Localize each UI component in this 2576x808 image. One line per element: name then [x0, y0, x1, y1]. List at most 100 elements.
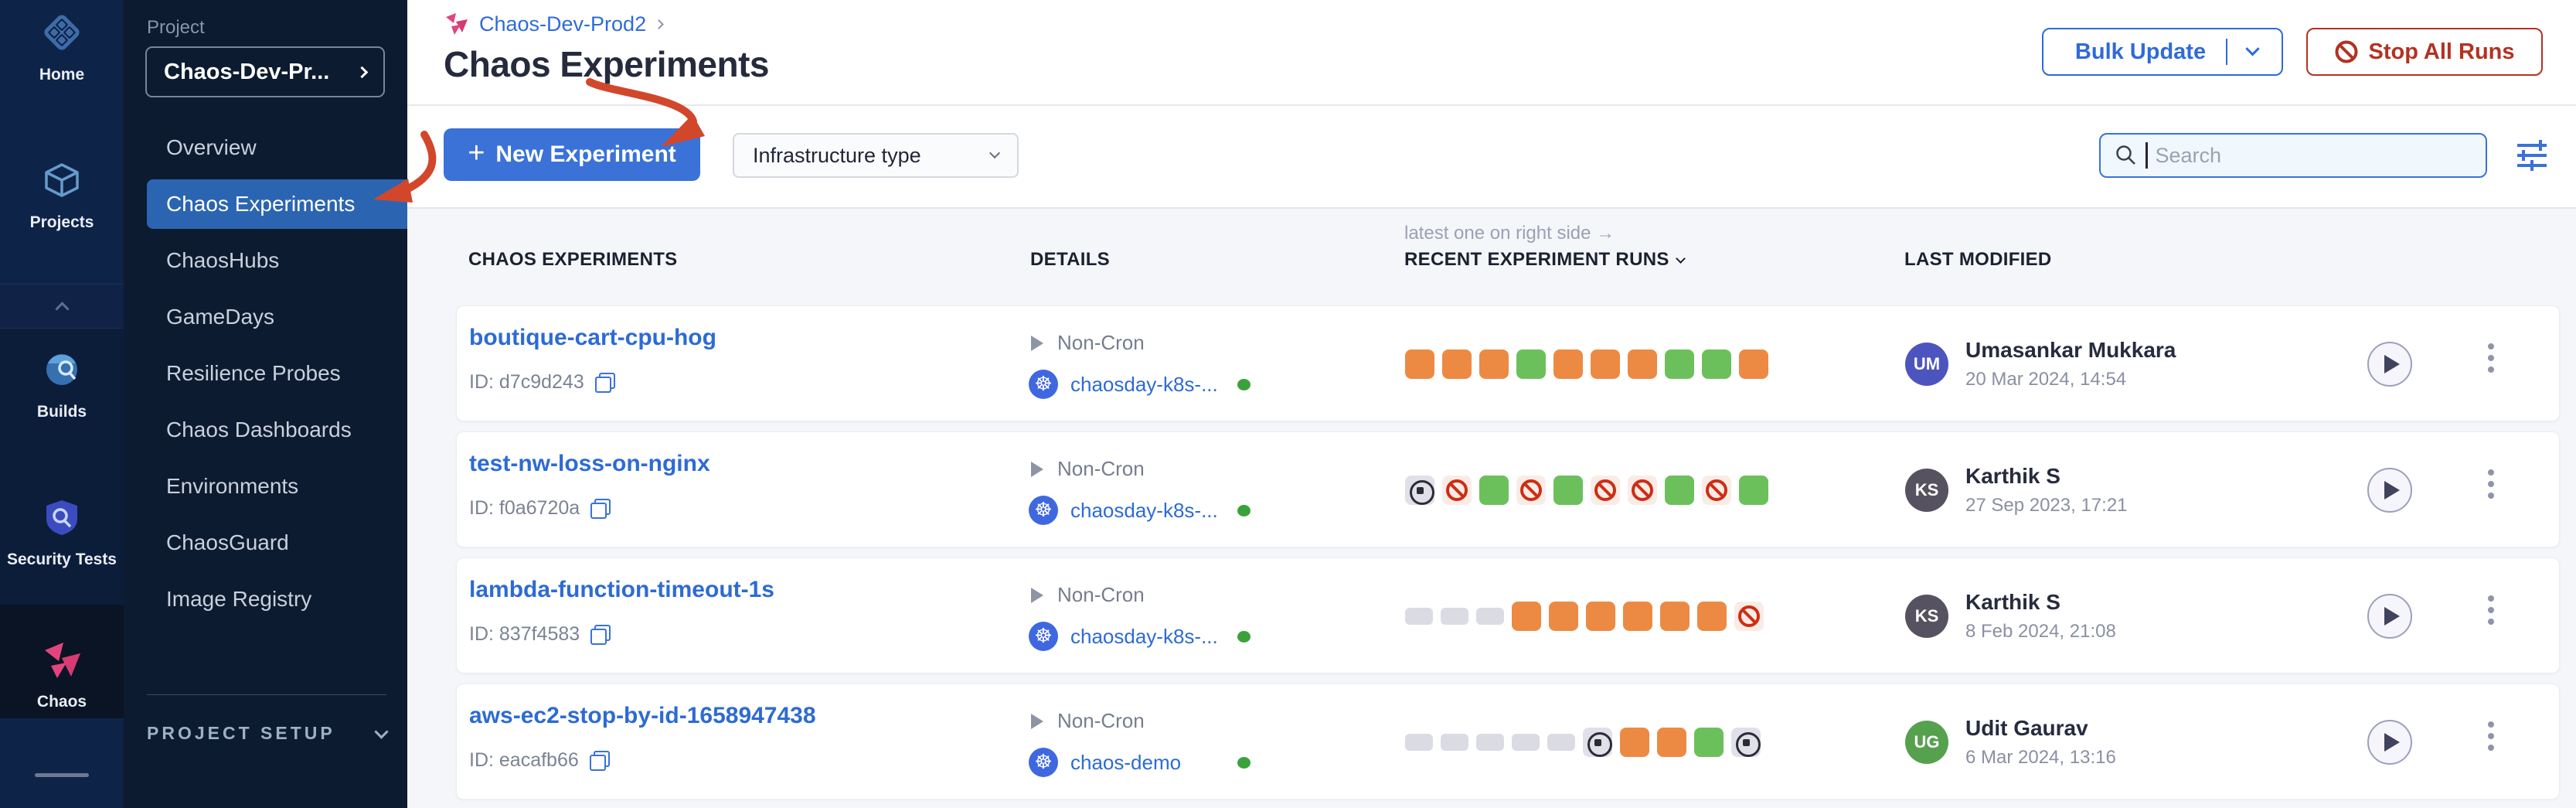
run-status-none[interactable]	[1476, 608, 1504, 625]
sidebar-item-chaos-dashboards[interactable]: Chaos Dashboards	[147, 405, 407, 455]
last-modified-cell: KS Karthik S 8 Feb 2024, 21:08	[1905, 558, 2116, 674]
column-header-recent-runs[interactable]: RECENT EXPERIMENT RUNS	[1404, 249, 1684, 271]
run-status-green[interactable]	[1665, 349, 1694, 379]
run-status-stopped[interactable]	[1405, 476, 1434, 505]
experiment-name-link[interactable]: aws-ec2-stop-by-id-1658947438	[469, 703, 816, 729]
project-setup-toggle[interactable]: PROJECT SETUP	[147, 723, 386, 744]
kubernetes-icon: ☸	[1029, 496, 1058, 525]
experiment-id: ID: eacafb66	[469, 749, 579, 772]
run-status-none[interactable]	[1512, 734, 1540, 751]
rail-item-home[interactable]: Home	[0, 11, 124, 84]
run-status-orange[interactable]	[1739, 349, 1768, 379]
filter-sliders-icon[interactable]	[2511, 136, 2553, 175]
row-menu-button[interactable]	[2488, 343, 2494, 373]
run-status-none[interactable]	[1441, 734, 1468, 751]
sidebar-item-image-registry[interactable]: Image Registry	[147, 574, 407, 624]
experiment-row[interactable]: boutique-cart-cpu-hog ID: d7c9d243 Non-C…	[456, 305, 2560, 421]
run-status-orange[interactable]	[1553, 349, 1583, 379]
run-experiment-button[interactable]	[2367, 468, 2412, 513]
copy-icon[interactable]	[590, 499, 611, 519]
run-status-none[interactable]	[1547, 734, 1575, 751]
row-menu-button[interactable]	[2488, 721, 2494, 751]
run-status-orange[interactable]	[1479, 349, 1509, 379]
run-status-orange[interactable]	[1628, 349, 1657, 379]
run-status-failed[interactable]	[1442, 476, 1472, 505]
run-status-orange[interactable]	[1586, 602, 1615, 631]
run-experiment-button[interactable]	[2367, 594, 2412, 639]
run-status-green[interactable]	[1553, 476, 1583, 505]
chevron-down-icon[interactable]	[2245, 42, 2259, 56]
sort-chevron-icon	[1676, 254, 1686, 264]
run-status-orange[interactable]	[1591, 349, 1620, 379]
rail-collapse-toggle[interactable]	[0, 284, 124, 329]
experiment-row[interactable]: lambda-function-timeout-1s ID: 837f4583 …	[456, 557, 2560, 673]
copy-icon[interactable]	[595, 373, 615, 393]
new-experiment-button[interactable]: + New Experiment	[444, 128, 700, 181]
run-status-orange[interactable]	[1442, 349, 1472, 379]
run-status-green[interactable]	[1739, 476, 1768, 505]
run-status-orange[interactable]	[1549, 602, 1578, 631]
experiment-row[interactable]: test-nw-loss-on-nginx ID: f0a6720a Non-C…	[456, 431, 2560, 547]
run-status-failed[interactable]	[1516, 476, 1546, 505]
run-status-green[interactable]	[1702, 349, 1731, 379]
infrastructure-cell: ☸ chaosday-k8s-...	[1029, 622, 1218, 651]
sidebar-item-resilience-probes[interactable]: Resilience Probes	[147, 349, 407, 398]
run-status-orange[interactable]	[1697, 602, 1727, 631]
run-status-none[interactable]	[1476, 734, 1504, 751]
run-status-orange[interactable]	[1657, 728, 1686, 757]
run-status-orange[interactable]	[1660, 602, 1690, 631]
rail-item-projects[interactable]: Projects	[0, 159, 124, 232]
sidebar-item-environments[interactable]: Environments	[147, 462, 407, 511]
sidebar-item-chaoshubs[interactable]: ChaosHubs	[147, 236, 407, 285]
experiment-name-link[interactable]: boutique-cart-cpu-hog	[469, 325, 716, 351]
copy-icon[interactable]	[590, 625, 611, 645]
bulk-update-button[interactable]: Bulk Update	[2042, 28, 2283, 76]
run-status-orange[interactable]	[1623, 602, 1652, 631]
run-experiment-button[interactable]	[2367, 720, 2412, 765]
run-status-failed[interactable]	[1702, 476, 1731, 505]
search-icon	[2115, 144, 2138, 167]
run-status-stopped[interactable]	[1731, 728, 1761, 757]
infrastructure-link[interactable]: chaosday-k8s-...	[1070, 625, 1218, 649]
run-status-green[interactable]	[1479, 476, 1509, 505]
run-status-green[interactable]	[1516, 349, 1546, 379]
sidebar-item-gamedays[interactable]: GameDays	[147, 292, 407, 342]
chevron-right-icon	[654, 19, 664, 29]
sidebar-item-chaos-experiments[interactable]: Chaos Experiments	[147, 179, 407, 229]
row-menu-button[interactable]	[2488, 469, 2494, 499]
row-menu-button[interactable]	[2488, 595, 2494, 625]
sidebar-item-chaosguard[interactable]: ChaosGuard	[147, 518, 407, 568]
rail-item-security-tests[interactable]: Security Tests	[0, 496, 124, 569]
copy-icon[interactable]	[590, 751, 610, 771]
experiment-row[interactable]: aws-ec2-stop-by-id-1658947438 ID: eacafb…	[456, 684, 2560, 799]
run-status-none[interactable]	[1405, 734, 1433, 751]
experiment-name-link[interactable]: lambda-function-timeout-1s	[469, 577, 774, 603]
run-status-orange[interactable]	[1405, 349, 1434, 379]
rail-resize-handle[interactable]	[35, 773, 89, 777]
stop-all-runs-button[interactable]: Stop All Runs	[2306, 28, 2543, 76]
run-status-failed[interactable]	[1628, 476, 1657, 505]
rail-item-chaos[interactable]: Chaos	[0, 638, 124, 711]
chaos-icon	[40, 638, 83, 685]
infrastructure-link[interactable]: chaosday-k8s-...	[1070, 373, 1218, 397]
run-status-green[interactable]	[1694, 728, 1724, 757]
rail-item-builds[interactable]: Builds	[0, 348, 124, 421]
project-picker[interactable]: Chaos-Dev-Pr...	[145, 46, 385, 97]
run-status-stopped[interactable]	[1583, 728, 1612, 757]
sidebar-item-overview[interactable]: Overview	[147, 123, 407, 172]
run-status-orange[interactable]	[1620, 728, 1649, 757]
infrastructure-link[interactable]: chaos-demo	[1070, 751, 1181, 775]
infrastructure-link[interactable]: chaosday-k8s-...	[1070, 499, 1218, 523]
run-status-orange[interactable]	[1512, 602, 1541, 631]
run-status-green[interactable]	[1665, 476, 1694, 505]
run-status-failed[interactable]	[1734, 602, 1764, 631]
run-status-failed[interactable]	[1591, 476, 1620, 505]
kubernetes-icon: ☸	[1029, 370, 1058, 399]
run-status-none[interactable]	[1441, 608, 1468, 625]
infrastructure-type-select[interactable]: Infrastructure type	[733, 133, 1019, 178]
run-experiment-button[interactable]	[2367, 342, 2412, 387]
breadcrumb-project-link[interactable]: Chaos-Dev-Prod2	[479, 12, 646, 36]
run-status-none[interactable]	[1405, 608, 1433, 625]
experiment-name-link[interactable]: test-nw-loss-on-nginx	[469, 451, 710, 477]
search-input[interactable]: Search	[2099, 133, 2487, 178]
